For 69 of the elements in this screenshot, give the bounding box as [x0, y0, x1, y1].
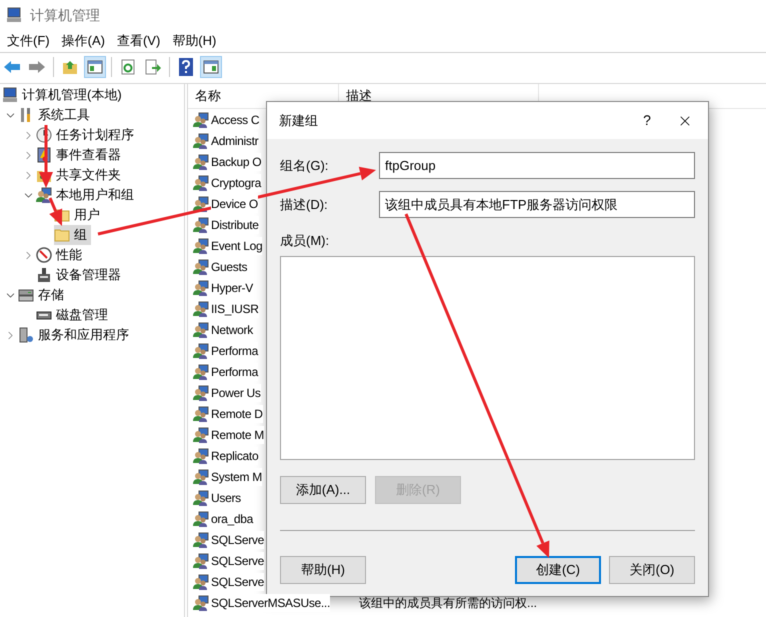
tree-item-label[interactable]: 设备管理器	[56, 265, 121, 285]
user-group-icon	[193, 258, 209, 274]
field-label: 组名(G):	[280, 156, 328, 175]
device-icon	[36, 267, 52, 283]
dialog-button[interactable]: 帮助(H)	[280, 556, 366, 584]
text-field[interactable]: 该组中成员具有本地FTP服务器访问权限	[379, 191, 695, 218]
tree-item-label[interactable]: 存储	[38, 285, 64, 305]
tree-item-label[interactable]: 磁盘管理	[56, 305, 108, 325]
user-group-icon	[193, 532, 209, 548]
text-field[interactable]: ftpGroup	[379, 152, 695, 179]
tree-item-label[interactable]: 用户	[74, 205, 100, 225]
tree-item-label[interactable]: 共享文件夹	[56, 165, 121, 185]
tree-item-label[interactable]: 计算机管理(本地)	[22, 85, 122, 105]
window-title: 计算机管理	[30, 6, 100, 24]
tree-item-label[interactable]: 组	[74, 225, 87, 245]
help-button[interactable]: ?	[632, 110, 662, 131]
tree-item-label[interactable]: 系统工具	[38, 105, 90, 125]
user-group-icon	[193, 112, 209, 128]
dialog-button[interactable]: 关闭(O)	[609, 556, 695, 584]
dialog-button[interactable]: 创建(C)	[515, 556, 601, 584]
tree-item-label[interactable]: 事件查看器	[56, 145, 121, 165]
storage-icon	[18, 287, 34, 303]
user-group-icon	[193, 384, 209, 400]
folder-icon	[54, 227, 70, 243]
menu-item[interactable]: 操作(A)	[56, 31, 110, 51]
user-group-icon	[193, 510, 209, 526]
members-list[interactable]	[280, 256, 695, 460]
user-group-icon	[193, 552, 209, 568]
group-name: Device O	[211, 194, 258, 212]
tree-item-highlight[interactable]: 组	[54, 225, 91, 245]
menu-item[interactable]: 帮助(H)	[167, 31, 222, 51]
user-group-icon	[193, 216, 209, 232]
forward-arrow-icon[interactable]	[28, 60, 46, 74]
help-icon[interactable]	[179, 58, 193, 76]
field-label: 描述(D):	[280, 196, 328, 214]
menu-item[interactable]: 查看(V)	[112, 31, 166, 51]
computer-icon	[6, 7, 22, 23]
group-description: 该组中的成员具有所需的访问权...	[359, 594, 538, 612]
user-group-icon	[193, 426, 209, 442]
tree-item-label[interactable]: 服务和应用程序	[38, 325, 129, 345]
menu-item[interactable]: 文件(F)	[2, 31, 55, 51]
user-group-icon	[193, 448, 209, 464]
dialog-title: 新建组	[278, 112, 319, 130]
user-group-icon	[193, 406, 209, 422]
user-group-icon	[36, 187, 52, 203]
back-arrow-icon[interactable]	[3, 60, 21, 74]
group-name: SQLServerMSASUse...	[211, 594, 330, 612]
user-group-icon	[193, 364, 209, 380]
user-group-icon	[193, 574, 209, 590]
user-group-icon	[193, 174, 209, 190]
user-group-icon	[193, 238, 209, 254]
user-group-icon	[193, 490, 209, 506]
user-group-icon	[193, 342, 209, 358]
tree-item-label[interactable]: 性能	[56, 245, 82, 265]
annotation-arrow	[39, 125, 53, 188]
user-group-icon	[193, 132, 209, 148]
dialog-button[interactable]: 添加(A)...	[280, 476, 366, 504]
user-group-icon	[193, 468, 209, 484]
tree-item-label[interactable]: 本地用户和组	[56, 185, 134, 205]
computer-icon	[2, 87, 18, 103]
user-group-icon	[193, 322, 209, 338]
field-label: 成员(M):	[280, 233, 330, 249]
user-group-icon	[193, 280, 209, 296]
user-group-icon	[193, 196, 209, 212]
user-group-icon	[193, 300, 209, 316]
user-group-icon	[193, 154, 209, 170]
clock-icon	[36, 127, 52, 143]
user-group-icon	[193, 594, 209, 610]
tree-item-label[interactable]: 任务计划程序	[56, 125, 134, 145]
